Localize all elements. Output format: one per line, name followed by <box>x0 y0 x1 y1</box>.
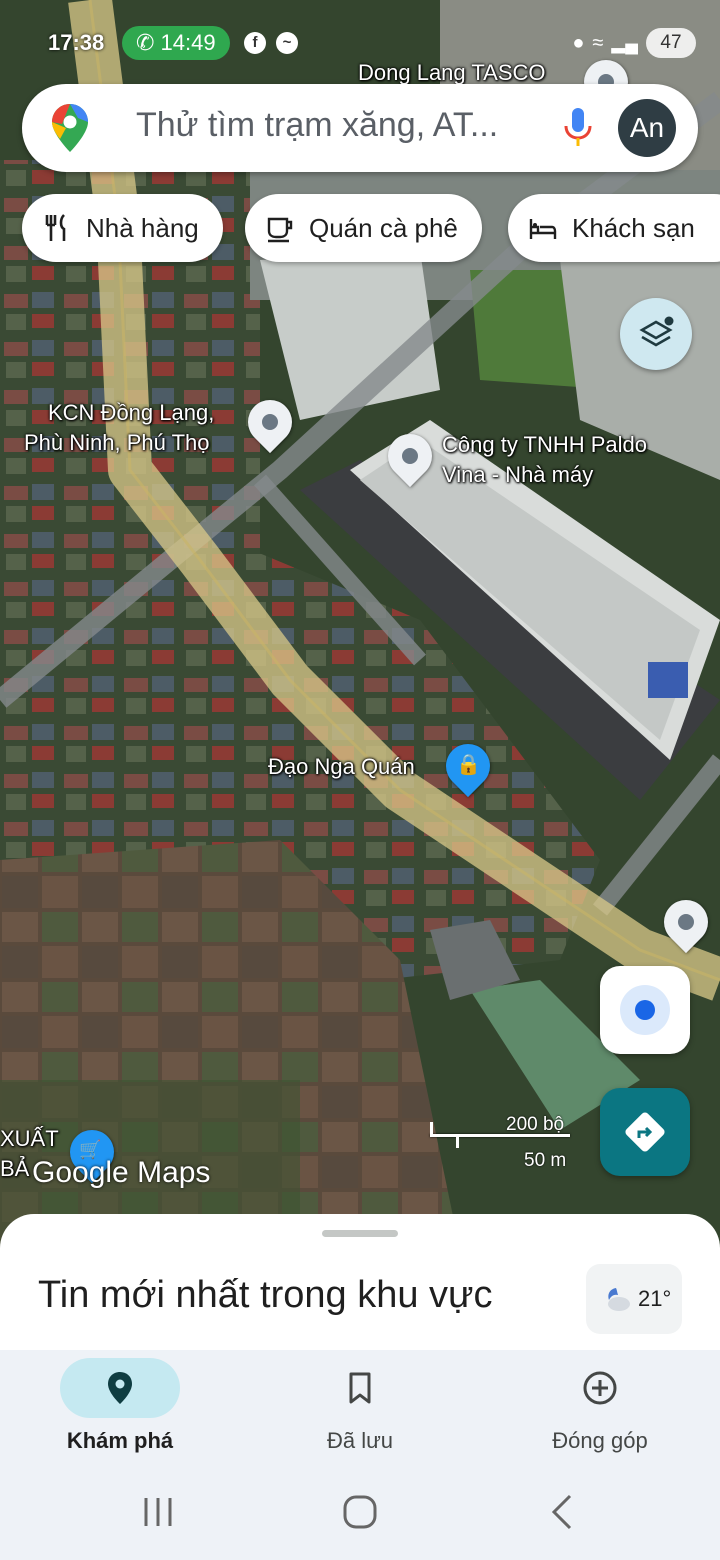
facebook-icon: f <box>244 32 266 54</box>
my-location-button[interactable] <box>600 966 690 1054</box>
tab-saved[interactable]: Đã lưu <box>240 1358 480 1468</box>
status-bar: 17:38 ✆ 14:49 f ~ ● ≈ ▂▄ 47 <box>0 24 720 64</box>
chip-label: Nhà hàng <box>86 212 199 243</box>
scale-tick <box>430 1122 433 1136</box>
chip-label: Quán cà phê <box>309 212 458 243</box>
directions-icon <box>625 1112 665 1152</box>
search-bar[interactable]: Thử tìm trạm xăng, AT... An <box>22 84 698 172</box>
tab-explore[interactable]: Khám phá <box>0 1358 240 1468</box>
location-icon: ● <box>572 31 585 54</box>
google-maps-pin-icon <box>52 104 88 152</box>
back-icon[interactable] <box>532 1490 592 1534</box>
layers-button[interactable] <box>620 298 692 370</box>
location-pin-icon <box>108 1372 132 1404</box>
bottom-sheet[interactable]: Tin mới nhất trong khu vực 21° <box>0 1214 720 1354</box>
scale-tick <box>456 1134 459 1148</box>
system-navigation-bar <box>0 1470 720 1560</box>
status-right: ● ≈ ▂▄ 47 <box>572 28 696 58</box>
map-imagery <box>0 0 720 1250</box>
messenger-icon: ~ <box>276 32 298 54</box>
home-icon[interactable] <box>330 1490 390 1534</box>
wifi-icon: ≈ <box>592 31 604 54</box>
weather-chip[interactable]: 21° <box>586 1264 682 1334</box>
scale-meter-label: 50 m <box>524 1150 567 1171</box>
status-time: 17:38 <box>48 30 105 55</box>
directions-button[interactable] <box>600 1088 690 1176</box>
google-maps-logo: Google Maps <box>32 1156 211 1189</box>
place-label-kcn-line1[interactable]: KCN Đồng Lạng, <box>48 398 214 428</box>
signal-icon: ▂▄ <box>611 32 638 53</box>
tab-label: Đóng góp <box>552 1428 648 1453</box>
place-label-dao-nga[interactable]: Đạo Nga Quán <box>268 752 415 782</box>
chip-hotels[interactable]: Khách sạn <box>508 194 720 262</box>
my-location-icon <box>635 1000 655 1020</box>
place-label-paldo-line1[interactable]: Công ty TNHH Paldo <box>442 430 647 460</box>
chip-label: Khách sạn <box>572 212 695 243</box>
tab-contribute[interactable]: Đóng góp <box>480 1358 720 1468</box>
chip-restaurants[interactable]: Nhà hàng <box>22 194 223 262</box>
scale-bar <box>430 1134 570 1137</box>
phone-icon: ✆ <box>136 30 161 55</box>
sheet-title: Tin mới nhất trong khu vực <box>38 1274 493 1316</box>
hotel-icon <box>529 219 557 239</box>
account-avatar[interactable]: An <box>618 99 676 157</box>
coffee-icon <box>267 217 293 243</box>
tab-label: Đã lưu <box>326 1428 394 1453</box>
temperature: 21° <box>638 1286 672 1311</box>
search-input[interactable]: Thử tìm trạm xăng, AT... <box>136 106 498 145</box>
add-circle-icon <box>583 1371 617 1405</box>
recent-apps-icon[interactable] <box>128 1490 188 1534</box>
chip-coffee[interactable]: Quán cà phê <box>245 194 482 262</box>
bookmark-icon <box>349 1372 371 1404</box>
sheet-drag-handle[interactable] <box>322 1230 398 1237</box>
place-label-paldo-line2[interactable]: Vina - Nhà máy <box>442 460 593 490</box>
place-label-xuat-line1[interactable]: XUẤT <box>0 1124 59 1154</box>
place-label-xuat-line2[interactable]: BẢ <box>0 1154 29 1184</box>
microphone-icon[interactable] <box>562 106 594 150</box>
tab-label: Khám phá <box>66 1428 174 1453</box>
layers-icon <box>639 316 674 347</box>
call-timer: 14:49 <box>160 30 216 55</box>
call-timer-pill[interactable]: ✆ 14:49 <box>122 26 230 60</box>
bag-icon: 🔒 <box>456 754 482 777</box>
battery-indicator: 47 <box>646 28 696 58</box>
satellite-map[interactable]: Dong Lang TASCO KCN Đồng Lạng, Phù Ninh,… <box>0 0 720 1250</box>
partly-cloudy-night-icon <box>608 1288 630 1311</box>
place-label-kcn-line2[interactable]: Phù Ninh, Phú Thọ <box>24 428 210 458</box>
scale-feet-label: 200 bộ <box>506 1114 565 1135</box>
restaurant-icon <box>45 214 66 241</box>
